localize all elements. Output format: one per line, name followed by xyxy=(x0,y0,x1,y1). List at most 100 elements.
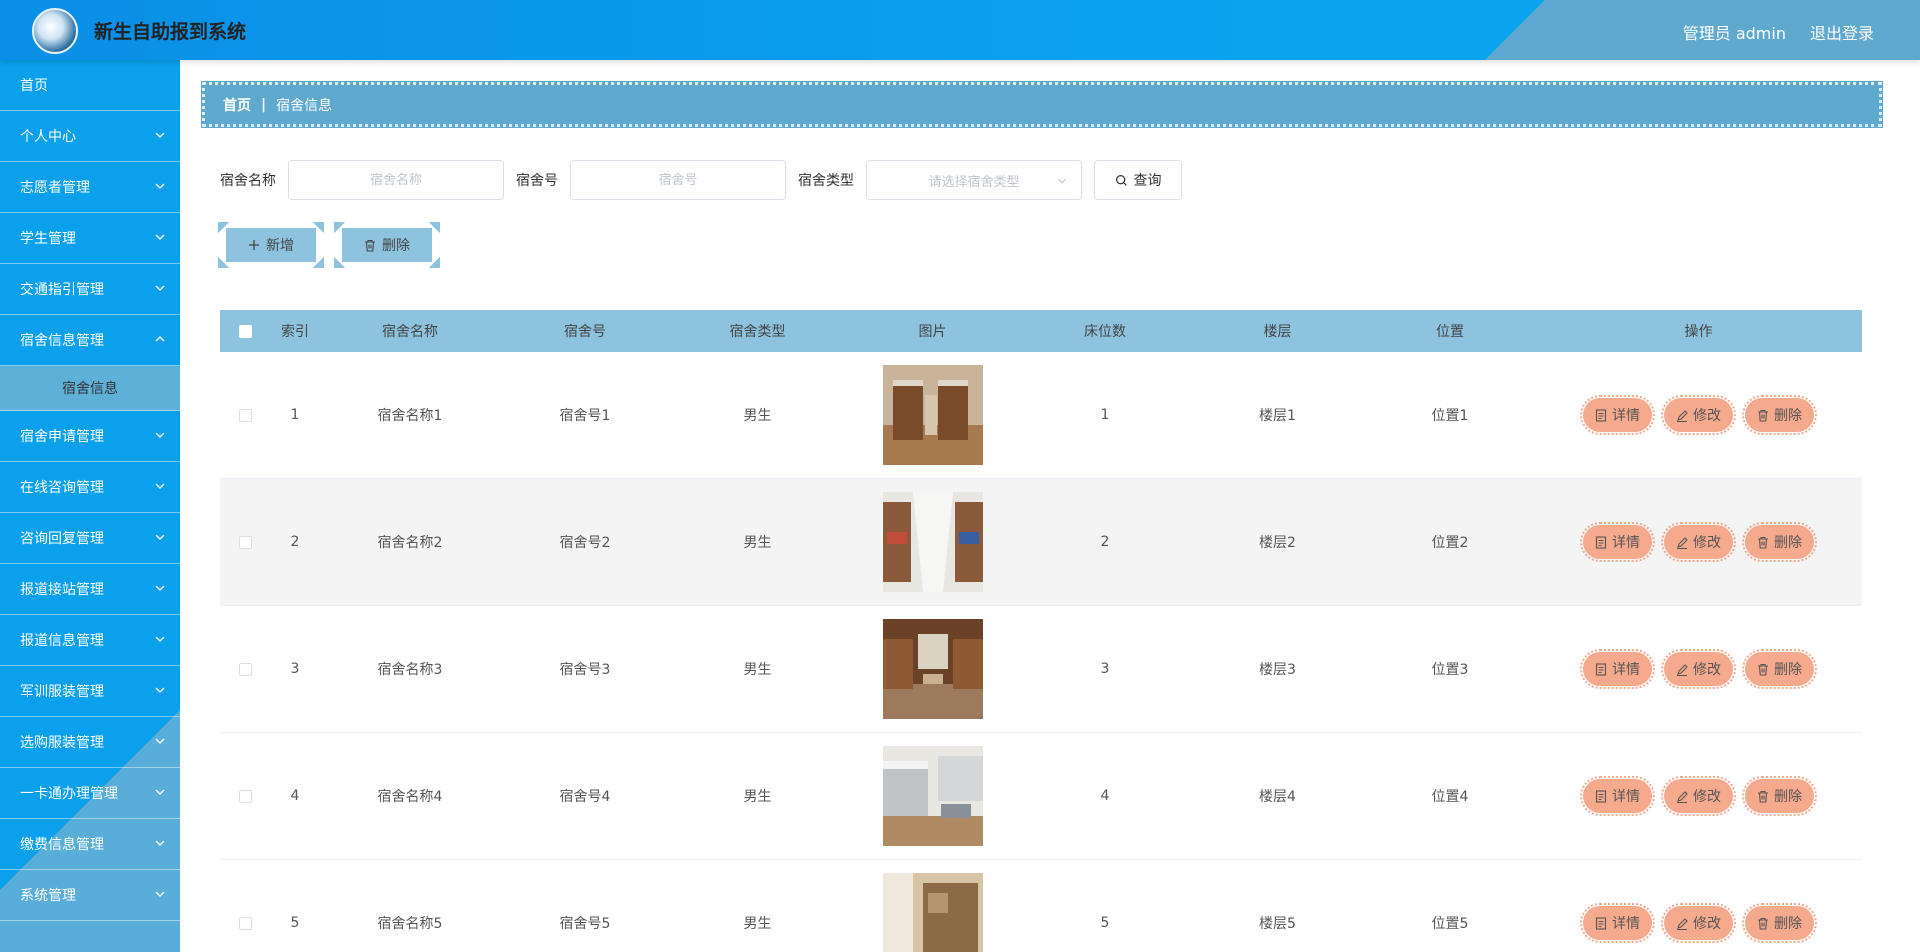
row-checkbox[interactable] xyxy=(238,408,252,422)
row-checkbox-cell xyxy=(220,408,270,422)
row-checkbox[interactable] xyxy=(238,535,252,549)
header-dorm-no: 宿舍号 xyxy=(564,324,606,340)
logout-link[interactable]: 退出登录 xyxy=(1810,20,1874,44)
sidebar-item-label: 缴费信息管理 xyxy=(20,837,104,853)
cell-image xyxy=(845,746,1020,846)
breadcrumb-current: 宿舍信息 xyxy=(276,97,333,114)
cell-index: 5 xyxy=(290,915,300,931)
dorm-photo xyxy=(882,619,983,719)
dorm-type-label: 宿舍类型 xyxy=(798,173,854,189)
sidebar-item-label: 学生管理 xyxy=(20,231,76,247)
sidebar-item-system[interactable]: 系统管理 xyxy=(0,870,180,921)
header-dorm-type: 宿舍类型 xyxy=(729,324,786,340)
cell-dorm-name: 宿舍名称4 xyxy=(377,789,443,805)
add-button[interactable]: 新增 xyxy=(218,222,324,268)
delete-button[interactable]: 删除 xyxy=(1742,395,1817,435)
detail-button[interactable]: 详情 xyxy=(1580,522,1655,562)
delete-button-label: 删除 xyxy=(1774,662,1802,678)
sidebar-item-reply[interactable]: 咨询回复管理 xyxy=(0,513,180,564)
delete-button[interactable]: 删除 xyxy=(1742,522,1817,562)
sidebar-menu: 首页 个人中心 志愿者管理 学生管理 交通指引管理 宿舍信息管理 宿舍信息 宿舍… xyxy=(0,60,180,921)
detail-button-label: 详情 xyxy=(1612,535,1640,551)
cell-dorm-name: 宿舍名称2 xyxy=(377,535,443,551)
delete-button-label: 删除 xyxy=(1774,789,1802,805)
detail-button[interactable]: 详情 xyxy=(1580,395,1655,435)
cell-beds: 3 xyxy=(1100,661,1110,677)
edit-button[interactable]: 修改 xyxy=(1661,395,1736,435)
batch-delete-button[interactable]: 删除 xyxy=(334,222,440,268)
row-checkbox[interactable] xyxy=(238,789,252,803)
sidebar-item-traffic[interactable]: 交通指引管理 xyxy=(0,264,180,315)
app-title: 新生自助报到系统 xyxy=(94,21,247,43)
delete-button[interactable]: 删除 xyxy=(1742,649,1817,689)
trash-icon xyxy=(1758,790,1768,803)
row-checkbox[interactable] xyxy=(238,662,252,676)
sidebar-item-students[interactable]: 学生管理 xyxy=(0,213,180,264)
sidebar-item-dorm-info[interactable]: 宿舍信息管理 xyxy=(0,315,180,366)
detail-button[interactable]: 详情 xyxy=(1580,649,1655,689)
cell-dorm-type: 男生 xyxy=(743,535,772,551)
sidebar-item-home[interactable]: 首页 xyxy=(0,60,180,111)
cell-operations: 详情 修改 删除 xyxy=(1535,903,1862,943)
sidebar-item-label: 交通指引管理 xyxy=(20,282,104,298)
action-bar: 新增 删除 xyxy=(218,222,440,268)
sidebar-item-purchase[interactable]: 选购服装管理 xyxy=(0,717,180,768)
sidebar-item-report[interactable]: 报道信息管理 xyxy=(0,615,180,666)
cell-index: 4 xyxy=(290,788,300,804)
sidebar-item-personal-center[interactable]: 个人中心 xyxy=(0,111,180,162)
row-checkbox-cell xyxy=(220,662,270,676)
table-row: 4 宿舍名称4 宿舍号4 男生 4 楼层4 位置4 详情 修改 删除 xyxy=(220,733,1862,860)
dorm-photo xyxy=(882,492,983,592)
cell-image xyxy=(845,873,1020,952)
edit-icon xyxy=(1677,409,1688,422)
edit-button[interactable]: 修改 xyxy=(1661,649,1736,689)
dorm-photo xyxy=(882,873,983,952)
row-checkbox[interactable] xyxy=(238,916,252,930)
plus-icon xyxy=(249,240,259,250)
edit-button-label: 修改 xyxy=(1693,408,1721,424)
edit-button-label: 修改 xyxy=(1693,535,1721,551)
header-operations: 操作 xyxy=(1684,324,1713,340)
cell-image xyxy=(845,619,1020,719)
cell-dorm-no: 宿舍号2 xyxy=(559,535,611,551)
chevron-down-icon xyxy=(155,285,165,291)
sidebar-item-consult[interactable]: 在线咨询管理 xyxy=(0,462,180,513)
sidebar-subitem-dorm-info[interactable]: 宿舍信息 xyxy=(0,366,180,411)
chevron-down-icon xyxy=(155,687,165,693)
admin-label[interactable]: 管理员 admin xyxy=(1683,20,1786,44)
sidebar-item-payment[interactable]: 缴费信息管理 xyxy=(0,819,180,870)
sidebar-item-dorm-apply[interactable]: 宿舍申请管理 xyxy=(0,411,180,462)
chevron-down-icon xyxy=(155,636,165,642)
edit-button-label: 修改 xyxy=(1693,662,1721,678)
detail-button-label: 详情 xyxy=(1612,789,1640,805)
sidebar-item-label: 志愿者管理 xyxy=(20,180,90,196)
select-all-checkbox[interactable] xyxy=(238,324,252,338)
sidebar-item-pickup[interactable]: 报道接站管理 xyxy=(0,564,180,615)
dorm-type-select[interactable]: 请选择宿舍类型 xyxy=(866,160,1082,200)
delete-button[interactable]: 删除 xyxy=(1742,903,1817,943)
breadcrumb-home[interactable]: 首页 xyxy=(223,95,251,115)
cell-floor: 楼层3 xyxy=(1259,662,1296,678)
cell-floor: 楼层1 xyxy=(1259,408,1296,424)
breadcrumb: 首页 | 宿舍信息 xyxy=(201,81,1883,128)
header-user-area: 管理员 admin 退出登录 xyxy=(1683,20,1874,44)
edit-button[interactable]: 修改 xyxy=(1661,903,1736,943)
trash-icon xyxy=(1758,917,1768,930)
delete-button[interactable]: 删除 xyxy=(1742,776,1817,816)
dorm-name-input[interactable] xyxy=(288,160,504,200)
detail-button[interactable]: 详情 xyxy=(1580,776,1655,816)
edit-button[interactable]: 修改 xyxy=(1661,522,1736,562)
detail-button[interactable]: 详情 xyxy=(1580,903,1655,943)
query-button[interactable]: 查询 xyxy=(1094,160,1182,200)
sidebar-item-card[interactable]: 一卡通办理管理 xyxy=(0,768,180,819)
chevron-down-icon xyxy=(155,840,165,846)
sidebar-item-uniform[interactable]: 军训服装管理 xyxy=(0,666,180,717)
dorm-no-input[interactable] xyxy=(570,160,786,200)
cell-dorm-no: 宿舍号5 xyxy=(559,916,611,932)
cell-dorm-name: 宿舍名称3 xyxy=(377,662,443,678)
sidebar-item-label: 宿舍信息 xyxy=(62,381,118,397)
sidebar-item-volunteers[interactable]: 志愿者管理 xyxy=(0,162,180,213)
edit-button[interactable]: 修改 xyxy=(1661,776,1736,816)
chevron-down-icon xyxy=(155,534,165,540)
document-icon xyxy=(1595,916,1607,930)
